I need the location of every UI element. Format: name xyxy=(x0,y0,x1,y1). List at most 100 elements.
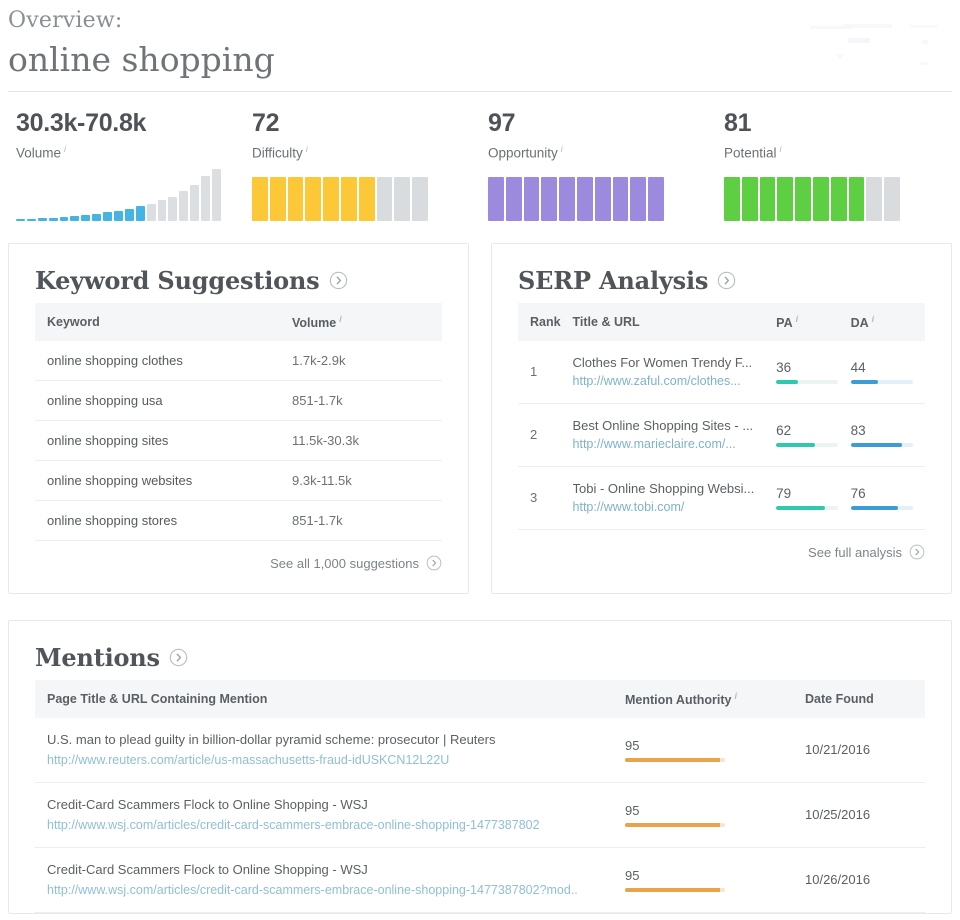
mention-url[interactable]: http://www.reuters.com/article/us-massac… xyxy=(47,750,625,770)
chevron-right-circle-icon[interactable] xyxy=(426,555,442,571)
date-found-cell: 10/25/2016 xyxy=(805,782,925,848)
mentions-table-wrap: Page Title & URL Containing Mention Ment… xyxy=(9,679,951,913)
table-row[interactable]: online shopping stores 851-1.7k xyxy=(35,500,442,541)
column-header-pa-label: PA xyxy=(776,315,793,330)
table-row[interactable]: online shopping usa 851-1.7k xyxy=(35,380,442,421)
result-url[interactable]: http://www.tobi.com/ xyxy=(573,498,777,517)
sparkline-bar xyxy=(168,196,178,221)
table-row[interactable]: online shopping clothes 1.7k-2.9k xyxy=(35,340,442,381)
score-bar xyxy=(776,506,839,511)
metric-label: Difficulty i xyxy=(252,140,480,163)
metric-value: 97 xyxy=(488,109,516,137)
info-icon[interactable]: i xyxy=(339,314,342,324)
mentions-header: Mentions xyxy=(9,621,951,680)
segment xyxy=(648,176,664,221)
result-title[interactable]: Tobi - Online Shopping Websi... xyxy=(573,479,777,498)
mention-url[interactable]: http://www.wsj.com/articles/credit-card-… xyxy=(47,815,625,835)
result-url[interactable]: http://www.marieclaire.com/... xyxy=(573,435,777,454)
panels-row: Keyword Suggestions Keyword Volume i onl… xyxy=(0,221,960,594)
column-header-volume[interactable]: Volume i xyxy=(292,302,442,341)
chevron-right-circle-icon[interactable] xyxy=(909,544,925,560)
potential-segment-bar xyxy=(724,176,900,221)
chevron-right-circle-icon[interactable] xyxy=(717,271,736,290)
info-icon[interactable]: i xyxy=(796,314,799,324)
mention-title[interactable]: Credit-Card Scammers Flock to Online Sho… xyxy=(47,795,625,815)
sparkline-bar xyxy=(190,184,200,221)
info-icon[interactable]: i xyxy=(306,140,308,158)
overview-page: Overview: online shopping 30.3k-70.8k Vol… xyxy=(0,0,960,920)
table-row[interactable]: U.S. man to plead guilty in billion-doll… xyxy=(35,717,925,783)
column-header-date-found[interactable]: Date Found xyxy=(805,679,925,718)
column-header-da[interactable]: DA i xyxy=(850,302,925,341)
table-row[interactable]: 2 Best Online Shopping Sites - ... http://… xyxy=(518,403,925,467)
mention-url[interactable]: http://www.wsj.com/articles/credit-card-… xyxy=(47,880,625,900)
mention-authority-cell: 95 xyxy=(625,782,805,848)
table-row[interactable]: online shopping websites 9.3k-11.5k xyxy=(35,460,442,501)
score-value: 62 xyxy=(776,423,792,439)
sparkline-bar xyxy=(124,208,134,221)
table-row[interactable]: 1 Clothes For Women Trendy F... http://www… xyxy=(518,340,925,404)
info-icon[interactable]: i xyxy=(734,691,737,701)
result-url[interactable]: http://www.zaful.com/clothes... xyxy=(573,372,777,391)
sparkline-bar xyxy=(135,206,145,221)
info-icon[interactable]: i xyxy=(64,140,66,158)
info-icon[interactable]: i xyxy=(780,140,782,158)
see-all-suggestions-link[interactable]: See all 1,000 suggestions xyxy=(270,555,442,571)
mentions-panel: Mentions Page Title & URL Containing Men… xyxy=(8,619,952,914)
sparkline-bar xyxy=(16,218,25,221)
info-icon[interactable]: i xyxy=(872,314,875,324)
metric-potential: 81 Potential i xyxy=(716,108,952,221)
result-title[interactable]: Clothes For Women Trendy F... xyxy=(573,353,777,372)
pa-cell: 62 xyxy=(776,403,851,467)
column-header-pa[interactable]: PA i xyxy=(776,302,851,341)
segment xyxy=(795,176,811,221)
table-row[interactable]: 3 Tobi - Online Shopping Websi... http://w… xyxy=(518,466,925,530)
mention-title[interactable]: U.S. man to plead guilty in billion-doll… xyxy=(47,730,625,750)
sparkline-bar xyxy=(48,217,58,221)
metric-volume: 30.3k-70.8k Volume i xyxy=(8,108,244,221)
column-header-keyword[interactable]: Keyword xyxy=(35,302,292,341)
authority-bar xyxy=(625,888,725,893)
segment xyxy=(488,176,504,221)
segment xyxy=(576,176,593,221)
authority-value: 95 xyxy=(625,738,640,754)
table-row[interactable]: Credit-Card Scammers Flock to Online Sho… xyxy=(35,782,925,848)
rank-cell: 1 xyxy=(518,340,573,404)
metric-label: Opportunity i xyxy=(488,140,716,163)
info-icon[interactable]: i xyxy=(561,140,563,158)
segment xyxy=(777,176,794,221)
rank-cell: 3 xyxy=(518,466,573,530)
authority-bar-fill xyxy=(625,823,720,828)
metric-opportunity: 97 Opportunity i xyxy=(480,108,716,221)
authority-value: 95 xyxy=(625,803,640,819)
table-row[interactable]: Credit-Card Scammers Flock to Online Sho… xyxy=(35,847,925,913)
column-header-mention-authority[interactable]: Mention Authority i xyxy=(625,679,805,718)
column-header-title-url[interactable]: Title & URL xyxy=(572,302,777,341)
chevron-right-circle-icon[interactable] xyxy=(329,271,348,290)
da-cell: 76 xyxy=(850,466,925,530)
segment xyxy=(848,176,865,221)
see-full-analysis-link[interactable]: See full analysis xyxy=(808,544,925,560)
keyword-cell: online shopping clothes xyxy=(35,340,292,381)
column-header-rank[interactable]: Rank xyxy=(518,302,573,341)
segment xyxy=(741,176,758,221)
column-header-page-title-url[interactable]: Page Title & URL Containing Mention xyxy=(35,679,625,718)
keyword-suggestions-table: Keyword Volume i online shopping clothes 1… xyxy=(35,302,442,541)
segment xyxy=(866,176,883,221)
serp-analysis-header: SERP Analysis xyxy=(492,244,951,303)
segment xyxy=(269,176,286,221)
result-title[interactable]: Best Online Shopping Sites - ... xyxy=(573,416,777,435)
date-found-cell: 10/26/2016 xyxy=(805,847,925,913)
table-row[interactable]: online shopping sites 11.5k-30.3k xyxy=(35,420,442,461)
score-bar xyxy=(850,443,913,448)
sparkline-bar xyxy=(114,210,123,221)
column-header-mention-authority-label: Mention Authority xyxy=(625,692,732,707)
mention-title[interactable]: Credit-Card Scammers Flock to Online Sho… xyxy=(47,860,625,880)
chevron-right-circle-icon[interactable] xyxy=(169,648,188,667)
score-bar xyxy=(776,443,839,448)
volume-cell: 851-1.7k xyxy=(292,380,442,421)
score-bar-fill xyxy=(850,380,878,385)
score-bar-fill xyxy=(850,443,903,448)
sparkline-bar xyxy=(157,199,167,221)
sparkline-bar xyxy=(146,204,156,221)
